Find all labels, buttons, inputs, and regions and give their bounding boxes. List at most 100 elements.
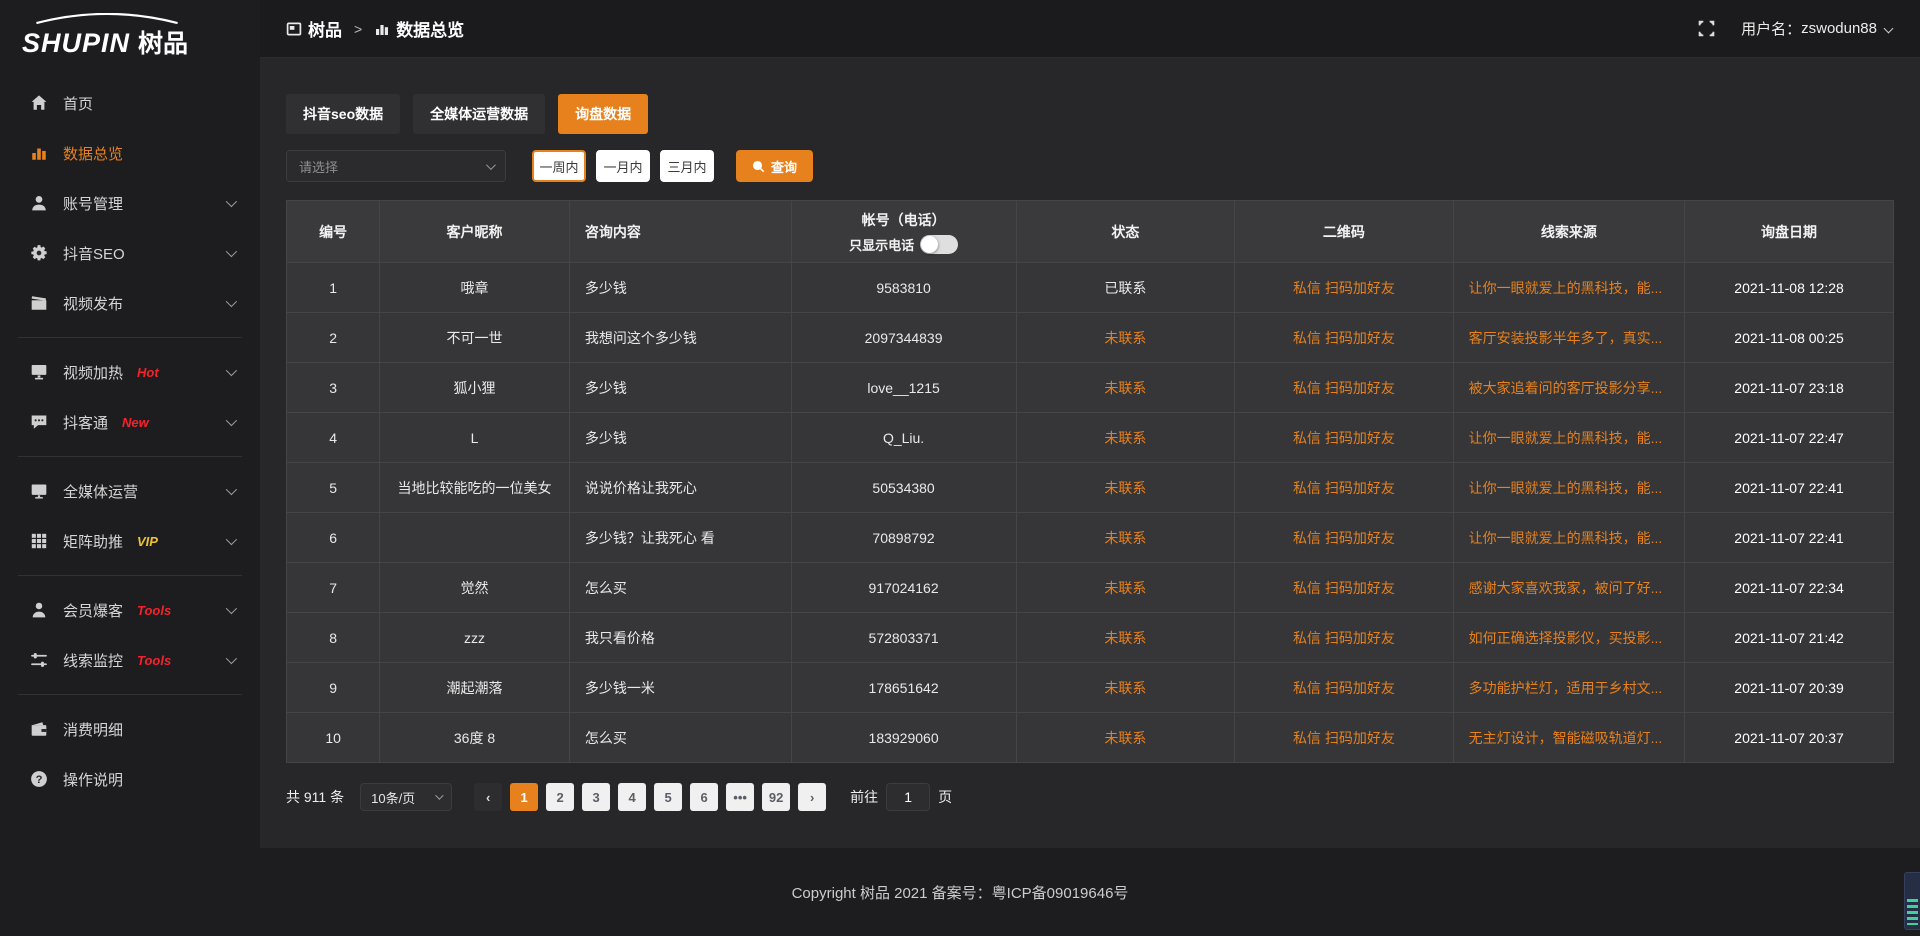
cell-source[interactable]: 多功能护栏灯，适用于乡村文...: [1453, 663, 1684, 713]
chevron-down-icon: [226, 484, 237, 495]
sidebar-item-douketong[interactable]: 抖客通New: [0, 397, 260, 447]
breadcrumb-app[interactable]: 树品: [308, 16, 342, 41]
window-icon: [286, 21, 302, 37]
breadcrumb-separator: >: [354, 21, 362, 37]
floating-widget[interactable]: [1904, 872, 1920, 930]
sidebar-item-badge: Tools: [137, 653, 171, 668]
cell-qrcode[interactable]: 私信 扫码加好友: [1235, 363, 1454, 413]
cell-account: 183929060: [791, 713, 1016, 763]
sidebar-item-label: 抖音SEO: [63, 243, 125, 264]
app-window: SHUPIN 树品 首页数据总览账号管理抖音SEO 视频发布视频加热 Hot 抖客通N…: [0, 0, 1920, 936]
brand-logo[interactable]: SHUPIN 树品: [0, 8, 260, 64]
page-button-3[interactable]: 3: [582, 783, 610, 811]
page-size-select[interactable]: 10条/页: [360, 783, 452, 811]
sidebar-item-video-heat[interactable]: 视频加热 Hot: [0, 347, 260, 397]
sidebar-item-operation-guide[interactable]: ? 操作说明: [0, 754, 260, 804]
question-icon: ?: [30, 770, 48, 788]
cell-content: 多少钱一米: [569, 663, 791, 713]
filter-select[interactable]: 请选择: [286, 150, 506, 182]
sidebar-item-label: 首页: [63, 93, 93, 114]
sidebar-item-label: 抖客通: [63, 412, 108, 433]
sidebar-item-expense-detail[interactable]: 消费明细: [0, 704, 260, 754]
cell-content: 说说价格让我死心: [569, 463, 791, 513]
column-header-label: 帐号（电话）: [792, 210, 1016, 230]
content-panel: 抖音seo数据全媒体运营数据询盘数据 请选择 一周内一月内三月内 查询 编号客户…: [260, 58, 1920, 848]
cell-qrcode[interactable]: 私信 扫码加好友: [1235, 413, 1454, 463]
cell-qrcode[interactable]: 私信 扫码加好友: [1235, 713, 1454, 763]
home-icon: [30, 94, 48, 112]
sidebar-item-label: 矩阵助推: [63, 531, 123, 552]
sidebar-item-media-operation[interactable]: 全媒体运营: [0, 466, 260, 516]
chevron-down-icon: [226, 365, 237, 376]
page-button-1[interactable]: 1: [510, 783, 538, 811]
table-row: 1哦章多少钱9583810已联系私信 扫码加好友让你一眼就爱上的黑科技，能...…: [287, 263, 1894, 313]
range-button-week[interactable]: 一周内: [532, 150, 586, 182]
cell-source[interactable]: 让你一眼就爱上的黑科技，能...: [1453, 263, 1684, 313]
page-ellipsis-button[interactable]: •••: [726, 783, 754, 811]
tab-media-operation-data[interactable]: 全媒体运营数据: [413, 94, 545, 134]
prev-page-button[interactable]: ‹: [474, 783, 502, 811]
cell-nickname: 觉然: [380, 563, 570, 613]
cell-qrcode[interactable]: 私信 扫码加好友: [1235, 313, 1454, 363]
cell-date: 2021-11-07 20:37: [1685, 713, 1894, 763]
fullscreen-icon[interactable]: [1698, 20, 1715, 37]
cell-index: 6: [287, 513, 380, 563]
cell-status: 未联系: [1016, 613, 1235, 663]
table-row: 1036度 8怎么买183929060未联系私信 扫码加好友无主灯设计，智能磁吸…: [287, 713, 1894, 763]
page-button-5[interactable]: 5: [654, 783, 682, 811]
phone-only-toggle[interactable]: [920, 235, 958, 254]
username-label: 用户名：: [1741, 18, 1801, 39]
inquiry-table: 编号客户昵称咨询内容帐号（电话）只显示电话状态二维码线索来源询盘日期 1哦章多少…: [286, 200, 1894, 763]
page-button-6[interactable]: 6: [690, 783, 718, 811]
cell-source[interactable]: 无主灯设计，智能磁吸轨道灯...: [1453, 713, 1684, 763]
sidebar-item-data-overview[interactable]: 数据总览: [0, 128, 260, 178]
cell-qrcode[interactable]: 私信 扫码加好友: [1235, 613, 1454, 663]
username[interactable]: zswodun88: [1801, 20, 1877, 37]
cell-source[interactable]: 客厅安装投影半年多了，真实...: [1453, 313, 1684, 363]
sidebar-item-badge: Hot: [137, 365, 159, 380]
next-page-button[interactable]: ›: [798, 783, 826, 811]
sidebar-item-label: 全媒体运营: [63, 481, 138, 502]
tab-douyin-seo-data[interactable]: 抖音seo数据: [286, 94, 400, 134]
sidebar-item-douyin-seo[interactable]: 抖音SEO: [0, 228, 260, 278]
range-button-quarter[interactable]: 三月内: [660, 150, 714, 182]
cell-qrcode[interactable]: 私信 扫码加好友: [1235, 263, 1454, 313]
search-button[interactable]: 查询: [736, 150, 813, 182]
sidebar-item-member-baoke[interactable]: 会员爆客Tools: [0, 585, 260, 635]
table-row: 8zzz我只看价格572803371未联系私信 扫码加好友如何正确选择投影仪，买…: [287, 613, 1894, 663]
range-button-month[interactable]: 一月内: [596, 150, 650, 182]
cell-source[interactable]: 让你一眼就爱上的黑科技，能...: [1453, 463, 1684, 513]
cell-source[interactable]: 如何正确选择投影仪，买投影...: [1453, 613, 1684, 663]
sidebar-item-label: 操作说明: [63, 769, 123, 790]
sidebar-item-account-manage[interactable]: 账号管理: [0, 178, 260, 228]
cell-qrcode[interactable]: 私信 扫码加好友: [1235, 513, 1454, 563]
tab-inquiry-data[interactable]: 询盘数据: [558, 94, 648, 134]
sidebar: SHUPIN 树品 首页数据总览账号管理抖音SEO 视频发布视频加热 Hot 抖客通N…: [0, 0, 260, 936]
cell-source[interactable]: 让你一眼就爱上的黑科技，能...: [1453, 513, 1684, 563]
page-button-4[interactable]: 4: [618, 783, 646, 811]
sidebar-item-video-publish[interactable]: 视频发布: [0, 278, 260, 328]
cell-nickname: zzz: [380, 613, 570, 663]
sidebar-divider: [18, 575, 242, 576]
cell-content: 怎么买: [569, 713, 791, 763]
grid-icon: [30, 532, 48, 550]
goto-label: 前往: [850, 787, 878, 807]
cell-status: 未联系: [1016, 313, 1235, 363]
sidebar-item-label: 视频加热: [63, 362, 123, 383]
cell-source[interactable]: 感谢大家喜欢我家，被问了好...: [1453, 563, 1684, 613]
cell-date: 2021-11-08 12:28: [1685, 263, 1894, 313]
cell-account: love__1215: [791, 363, 1016, 413]
cell-qrcode[interactable]: 私信 扫码加好友: [1235, 463, 1454, 513]
sidebar-item-clue-monitor[interactable]: 线索监控Tools: [0, 635, 260, 685]
cell-index: 10: [287, 713, 380, 763]
page-button-92[interactable]: 92: [762, 783, 790, 811]
page-button-2[interactable]: 2: [546, 783, 574, 811]
cell-source[interactable]: 被大家追着问的客厅投影分享...: [1453, 363, 1684, 413]
sidebar-item-matrix-boost[interactable]: 矩阵助推VIP: [0, 516, 260, 566]
sidebar-item-home[interactable]: 首页: [0, 78, 260, 128]
cell-qrcode[interactable]: 私信 扫码加好友: [1235, 563, 1454, 613]
chevron-down-icon[interactable]: [1884, 24, 1894, 34]
cell-source[interactable]: 让你一眼就爱上的黑科技，能...: [1453, 413, 1684, 463]
cell-qrcode[interactable]: 私信 扫码加好友: [1235, 663, 1454, 713]
goto-page-input[interactable]: [886, 783, 930, 811]
